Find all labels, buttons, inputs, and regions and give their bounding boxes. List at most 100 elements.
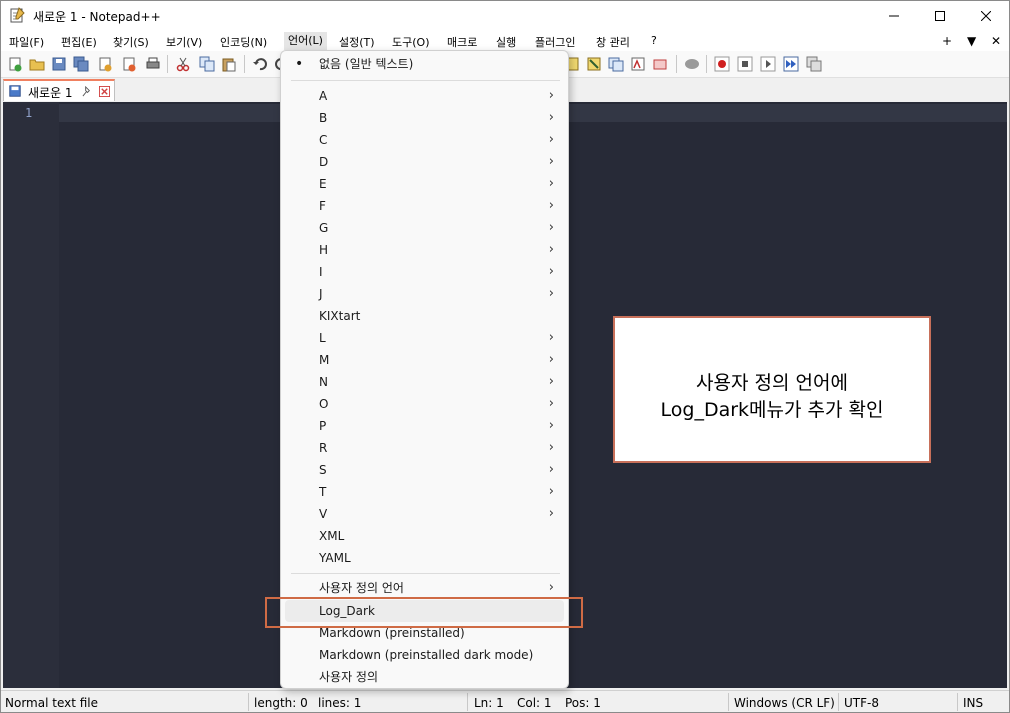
submenu-arrow-icon: › [548,220,554,235]
menu-item-lang-s[interactable]: S › [285,459,564,481]
menu-item-kixtart[interactable]: KIXtart [285,305,564,327]
open-folder-icon[interactable] [29,56,45,72]
menu-run[interactable]: 실행 [496,34,516,50]
maximize-button[interactable] [917,1,963,31]
annotation-line-1: 사용자 정의 언어에 [696,372,848,394]
menu-edit[interactable]: 편집(E) [61,34,97,50]
menu-item-user-defined[interactable]: 사용자 정의 [285,666,564,688]
submenu-arrow-icon: › [548,110,554,125]
menu-item-lang-g[interactable]: G › [285,217,564,239]
menu-item-lang-v[interactable]: V › [285,503,564,525]
menu-separator [291,80,560,81]
menu-item-lang-t[interactable]: T › [285,481,564,503]
menu-item-none-plain-text[interactable]: • 없음 (일반 텍스트) [285,53,564,75]
selected-bullet-icon: • [295,56,304,72]
submenu-arrow-icon: › [548,506,554,521]
menu-tools[interactable]: 도구(O) [392,34,429,50]
submenu-arrow-icon: › [548,484,554,499]
save-all-icon[interactable] [73,56,89,72]
submenu-arrow-icon: › [548,264,554,279]
new-file-icon[interactable] [7,56,23,72]
menu-item-lang-b[interactable]: B › [285,107,564,129]
save-macro-icon[interactable] [806,56,822,72]
menu-item-yaml[interactable]: YAML [285,547,564,569]
menu-item-lang-o[interactable]: O › [285,393,564,415]
window-title: 새로운 1 - Notepad++ [33,10,161,24]
menu-item-lang-f[interactable]: F › [285,195,564,217]
menu-plugins[interactable]: 플러그인 [535,34,575,50]
print-icon[interactable] [145,56,161,72]
close-doc-button[interactable]: ✕ [991,34,1001,48]
menu-macro[interactable]: 매크로 [447,34,477,50]
submenu-arrow-icon: › [548,462,554,477]
save-icon[interactable] [51,56,67,72]
menu-item-lang-e[interactable]: E › [285,173,564,195]
close-file-icon[interactable] [97,56,113,72]
close-button[interactable] [963,1,1009,31]
monitoring-icon[interactable] [630,56,646,72]
tab-list-down-button[interactable]: ▼ [967,34,976,48]
saved-file-icon [9,85,21,97]
run-macro-multiple-icon[interactable] [783,56,799,72]
menu-encoding[interactable]: 인코딩(N) [220,34,267,50]
annotation-line-2: Log_Dark메뉴가 추가 확인 [660,399,884,421]
menu-item-lang-d[interactable]: D › [285,151,564,173]
submenu-arrow-icon: › [548,286,554,301]
log-dark-highlight-box [265,597,583,628]
menu-item-lang-l[interactable]: L › [285,327,564,349]
toolbar-separator [706,55,707,73]
menu-view[interactable]: 보기(V) [166,34,202,50]
status-separator [728,693,729,711]
status-file-type: Normal text file [5,696,99,710]
menu-settings[interactable]: 설정(T) [339,34,375,50]
record-macro-icon[interactable] [714,56,730,72]
tab-close-icon[interactable] [99,86,110,97]
language-menu-dropdown: • 없음 (일반 텍스트) A › B › C › D › E › F › G › H › I ›… [280,50,569,689]
submenu-arrow-icon: › [548,176,554,191]
close-all-icon[interactable] [121,56,137,72]
submenu-arrow-icon: › [548,580,554,595]
menu-item-lang-h[interactable]: H › [285,239,564,261]
menu-search[interactable]: 찾기(S) [113,34,149,50]
submenu-arrow-icon: › [548,242,554,257]
menu-window[interactable]: 창 관리 [596,34,630,50]
submenu-arrow-icon: › [548,132,554,147]
status-separator [838,693,839,711]
comment-icon[interactable] [684,56,700,72]
menu-item-lang-a[interactable]: A › [285,85,564,107]
menu-item-lang-i[interactable]: I › [285,261,564,283]
pin-icon[interactable] [82,86,93,97]
menu-item-xml[interactable]: XML [285,525,564,547]
folder-as-workspace-icon[interactable] [608,56,624,72]
menu-item-user-defined-language[interactable]: 사용자 정의 언어 › [285,577,564,599]
undo-icon[interactable] [252,56,268,72]
line-number-gutter: 1 [3,102,59,688]
status-eol: Windows (CR LF) [734,696,835,710]
minimize-button[interactable] [871,1,917,31]
stop-macro-icon[interactable] [737,56,753,72]
menu-language[interactable]: 언어(L) [284,32,327,50]
tab-document[interactable]: 새로운 1 [3,79,115,101]
paste-icon[interactable] [221,56,237,72]
play-macro-icon[interactable] [760,56,776,72]
cut-icon[interactable] [175,56,191,72]
menu-file[interactable]: 파일(F) [9,34,44,50]
submenu-arrow-icon: › [548,440,554,455]
copy-icon[interactable] [199,56,215,72]
menu-separator [291,573,560,574]
menu-help[interactable]: ? [651,34,657,47]
menu-item-lang-c[interactable]: C › [285,129,564,151]
toolbar-separator [676,55,677,73]
submenu-arrow-icon: › [548,198,554,213]
menu-item-lang-r[interactable]: R › [285,437,564,459]
add-tab-button[interactable]: + [942,34,952,48]
menu-item-lang-m[interactable]: M › [285,349,564,371]
menu-item-markdown-dark[interactable]: Markdown (preinstalled dark mode) [285,644,564,666]
function-list-icon[interactable] [586,56,602,72]
menu-item-lang-j[interactable]: J › [285,283,564,305]
status-length: length: 0 [254,696,308,710]
status-lines: lines: 1 [318,696,362,710]
menu-item-lang-p[interactable]: P › [285,415,564,437]
pdf-icon[interactable] [652,56,668,72]
menu-item-lang-n[interactable]: N › [285,371,564,393]
